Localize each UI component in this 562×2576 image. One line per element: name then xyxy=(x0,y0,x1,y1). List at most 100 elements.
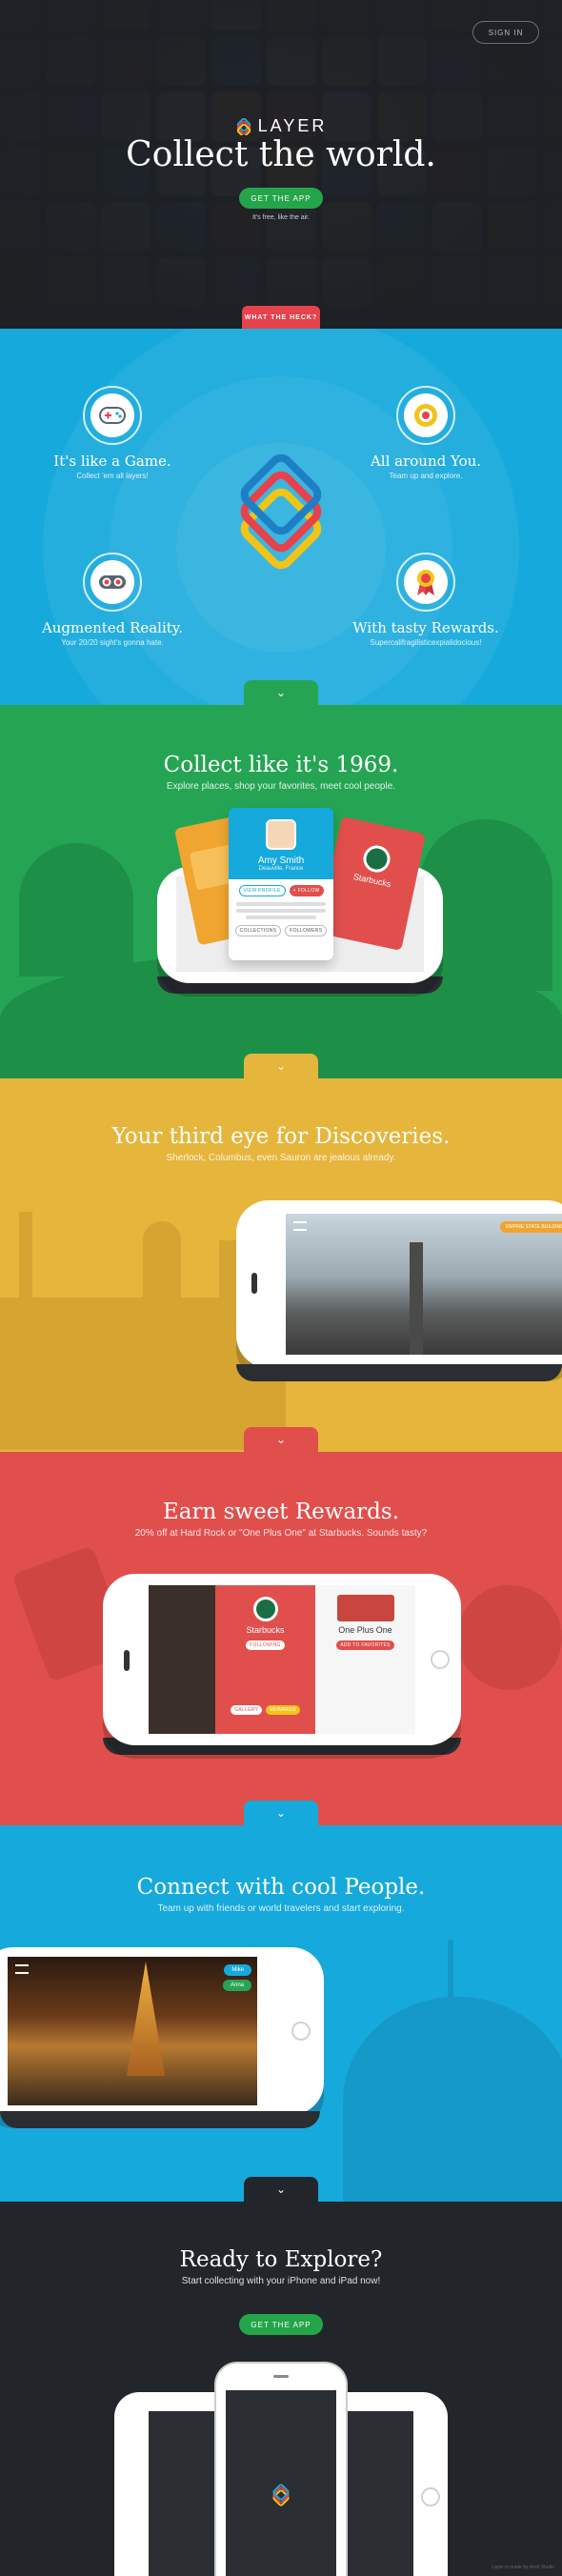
feature-around: All around You. Team up and explore. xyxy=(350,386,502,480)
following-button[interactable]: FOLLOWING xyxy=(246,1640,285,1650)
section-title: Ready to Explore? xyxy=(179,2247,383,2272)
feature-sub: Your 20/20 sight's gonna hate. xyxy=(61,638,164,647)
menu-icon[interactable] xyxy=(15,1964,29,1974)
sign-in-button[interactable]: SIGN IN xyxy=(472,21,539,44)
profile-location: Deauville, France xyxy=(258,866,304,872)
brand-name: LAYER xyxy=(257,116,328,135)
empire-building xyxy=(410,1242,423,1355)
what-the-heck-tab[interactable]: WHAT THE HECK? xyxy=(242,306,320,329)
card-title: One Plus One xyxy=(338,1625,392,1635)
ribbon-icon-ring xyxy=(396,553,455,612)
get-app-button[interactable]: GET THE APP xyxy=(239,188,323,209)
get-app-button[interactable]: GET THE APP xyxy=(239,2314,323,2335)
feature-game: It's like a Game. Collect 'em all layers… xyxy=(36,386,189,480)
tab-collections[interactable]: COLLECTIONS xyxy=(234,925,282,936)
speaker-slot xyxy=(273,2375,289,2378)
phone-landscape: Starbucks FOLLOWING GALLERY REWARDS One … xyxy=(103,1574,461,1745)
section-subtitle: Sherlock, Columbus, even Sauron are jeal… xyxy=(166,1153,396,1163)
tab-followers[interactable]: FOLLOWERS xyxy=(285,925,328,936)
reward-card-oneplusone: One Plus One ADD TO FAVORITES xyxy=(315,1585,415,1734)
gallery-button[interactable]: GALLERY xyxy=(231,1705,263,1715)
city-screen: EMPIRE STATE BUILDING xyxy=(286,1214,562,1355)
target-icon-ring xyxy=(396,386,455,445)
view-profile-button[interactable]: VIEW PROFILE xyxy=(238,885,286,896)
section-subtitle: Explore places, shop your favorites, mee… xyxy=(166,781,396,792)
footer-credit: Layer is made by Anvil Studio xyxy=(492,2565,554,2570)
layer-logo-icon xyxy=(236,117,251,135)
hero-title: Collect the world. xyxy=(126,135,436,174)
goggles-icon xyxy=(90,560,134,604)
section-subtitle: Team up with friends or world travelers … xyxy=(157,1903,405,1914)
target-icon xyxy=(404,393,448,437)
hero-subtext: It's free, like the air. xyxy=(251,214,311,221)
explore-section: Ready to Explore? Start collecting with … xyxy=(0,2202,562,2576)
starbucks-logo-icon xyxy=(252,1597,278,1621)
features-section: It's like a Game. Collect 'em all layers… xyxy=(0,329,562,705)
reward-card-starbucks: Starbucks FOLLOWING GALLERY REWARDS xyxy=(215,1585,315,1734)
cafe-photo xyxy=(149,1585,215,1734)
profile-card: Amy Smith Deauville, France VIEW PROFILE… xyxy=(229,808,333,960)
scroll-down-tab[interactable]: ⌄ xyxy=(244,1801,318,1825)
rewards-button[interactable]: REWARDS xyxy=(266,1705,300,1715)
profile-body: VIEW PROFILE + FOLLOW COLLECTIONS FOLLOW… xyxy=(229,879,333,960)
bg-hill-left xyxy=(19,843,133,976)
phone-shadow xyxy=(0,2111,320,2128)
people-section: Connect with cool People. Team up with f… xyxy=(0,1825,562,2202)
scroll-down-tab[interactable]: ⌄ xyxy=(244,1427,318,1452)
follow-button[interactable]: + FOLLOW xyxy=(289,885,324,896)
gamepad-icon xyxy=(90,393,134,437)
home-button xyxy=(431,1650,450,1669)
location-badge[interactable]: EMPIRE STATE BUILDING xyxy=(500,1221,562,1233)
menu-icon[interactable] xyxy=(293,1221,307,1231)
chevron-down-icon: ⌄ xyxy=(275,1059,287,1073)
goggles-icon-ring xyxy=(83,553,142,612)
feature-ar: Augmented Reality. Your 20/20 sight's go… xyxy=(36,553,189,647)
feature-title: All around You. xyxy=(370,453,482,470)
bg-signpost xyxy=(448,1940,453,2025)
feature-title: With tasty Rewards. xyxy=(352,619,499,636)
card-title: Starbucks xyxy=(246,1625,285,1635)
camera-slot xyxy=(124,1650,130,1671)
feature-rewards: With tasty Rewards. Supercalifragilistic… xyxy=(350,553,502,647)
bg-eiffel xyxy=(143,1221,181,1298)
bg-hill-right xyxy=(343,1997,562,2202)
layers-stack-icon xyxy=(240,453,322,570)
user-chip[interactable]: Anna xyxy=(222,1980,251,1991)
feature-title: Augmented Reality. xyxy=(41,619,184,636)
scroll-down-tab[interactable]: ⌄ xyxy=(244,2177,318,2202)
section-title: Your third eye for Discoveries. xyxy=(111,1124,451,1149)
scroll-down-tab[interactable]: ⌄ xyxy=(244,1054,318,1078)
eiffel-night-screen: Mike Anna xyxy=(8,1957,257,2105)
rewards-screen: Starbucks FOLLOWING GALLERY REWARDS One … xyxy=(149,1585,415,1734)
chevron-down-icon: ⌄ xyxy=(275,2183,287,2196)
brand-logo: LAYER xyxy=(0,116,562,136)
section-subtitle: 20% off at Hard Rock or "One Plus One" a… xyxy=(134,1528,428,1539)
user-chip[interactable]: Mike xyxy=(224,1964,251,1976)
feature-sub: Supercalifragilisticexpialidocious! xyxy=(370,638,482,647)
rewards-section: Earn sweet Rewards. 20% off at Hard Rock… xyxy=(0,1452,562,1825)
starbucks-logo-icon xyxy=(360,842,393,875)
chevron-down-icon: ⌄ xyxy=(275,1433,287,1446)
feature-sub: Team up and explore. xyxy=(389,472,463,480)
chevron-down-icon: ⌄ xyxy=(275,1806,287,1820)
camera-slot xyxy=(251,1273,257,1294)
gamepad-icon-ring xyxy=(83,386,142,445)
iphone-screen xyxy=(226,2390,336,2576)
hero-section: SIGN IN LAYER Collect the world. GET THE… xyxy=(0,0,562,329)
home-button xyxy=(291,2022,311,2041)
ribbon-icon xyxy=(404,560,448,604)
scroll-down-tab[interactable]: ⌄ xyxy=(244,680,318,705)
add-favorites-button[interactable]: ADD TO FAVORITES xyxy=(336,1640,394,1650)
layer-logo-icon xyxy=(272,2484,290,2506)
bg-tower xyxy=(19,1212,32,1298)
feature-sub: Collect 'em all layers! xyxy=(76,472,149,480)
feature-title: It's like a Game. xyxy=(53,453,171,470)
section-subtitle: Start collecting with your iPhone and iP… xyxy=(181,2276,381,2286)
discover-section: Your third eye for Discoveries. Sherlock… xyxy=(0,1078,562,1452)
profile-name: Amy Smith xyxy=(257,855,305,866)
section-title: Connect with cool People. xyxy=(136,1875,426,1900)
chevron-down-icon: ⌄ xyxy=(275,686,287,699)
eiffel-tower xyxy=(127,1962,165,2076)
section-title: Collect like it's 1969. xyxy=(163,753,399,777)
phone-landscape: EMPIRE STATE BUILDING xyxy=(236,1200,562,1368)
